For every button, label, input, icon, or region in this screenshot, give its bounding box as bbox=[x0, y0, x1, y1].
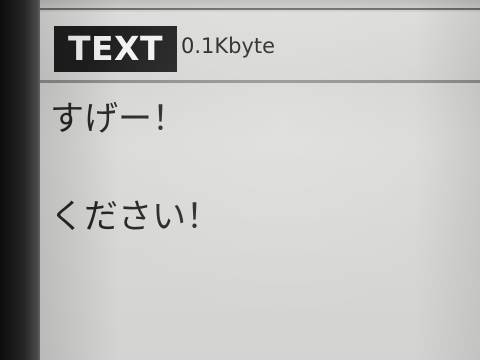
device-photo: TEXT 0.1Kbyte すげー！ ください！ bbox=[0, 0, 480, 360]
device-bezel bbox=[0, 0, 44, 360]
message-line: ください！ bbox=[50, 197, 220, 237]
phone-screen: TEXT 0.1Kbyte すげー！ ください！ bbox=[40, 0, 480, 360]
file-size-label: 0.1Kbyte bbox=[181, 34, 276, 58]
message-header: TEXT 0.1Kbyte bbox=[40, 12, 480, 83]
message-line: すげー！ bbox=[50, 99, 186, 139]
content-type-badge: TEXT bbox=[54, 26, 178, 72]
status-strip bbox=[40, 0, 480, 10]
